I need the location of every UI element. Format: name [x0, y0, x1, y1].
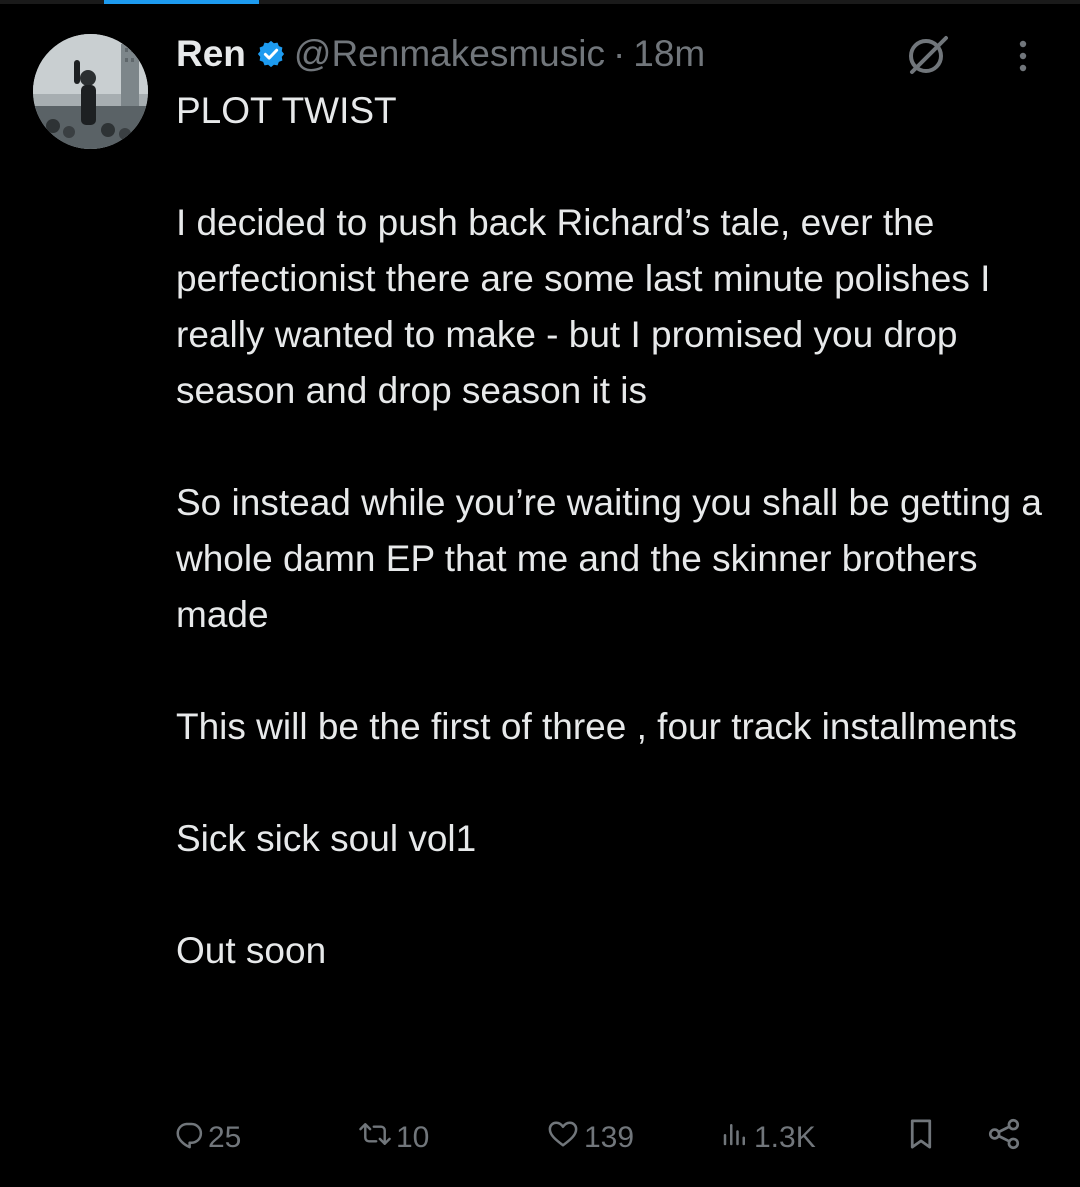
- like-count: 139: [584, 1121, 635, 1154]
- verified-badge-icon: [256, 39, 286, 69]
- action-bar: 25 10 139 1.3K: [174, 1112, 1034, 1164]
- view-count: 1.3K: [754, 1121, 816, 1154]
- repost-count: 10: [396, 1121, 430, 1154]
- like-button[interactable]: 139: [546, 1112, 634, 1164]
- bookmark-button[interactable]: [906, 1112, 940, 1164]
- bookmark-icon: [906, 1117, 940, 1159]
- share-button[interactable]: [986, 1112, 1026, 1164]
- avatar[interactable]: [33, 34, 148, 149]
- active-tab-indicator: [104, 0, 259, 4]
- views-chart-icon: [720, 1119, 754, 1157]
- heart-icon: [546, 1119, 584, 1157]
- repost-icon: [358, 1119, 396, 1157]
- grok-icon[interactable]: [904, 30, 952, 78]
- author-handle[interactable]: @Renmakesmusic: [294, 33, 605, 75]
- reply-button[interactable]: 25: [174, 1112, 241, 1164]
- tweet-paragraph: Out soon: [176, 930, 327, 971]
- author-name[interactable]: Ren: [176, 33, 246, 75]
- tweet-paragraph: Sick sick soul vol1: [176, 818, 477, 859]
- more-vertical-icon[interactable]: [1008, 36, 1038, 76]
- post-time[interactable]: 18m: [633, 33, 705, 75]
- tweet-paragraph: So instead while you’re waiting you shal…: [176, 482, 1042, 635]
- views-button[interactable]: 1.3K: [720, 1112, 816, 1164]
- avatar-photo: [33, 34, 148, 149]
- tweet-paragraph: I decided to push back Richard’s tale, e…: [176, 202, 991, 411]
- tweet-text: PLOT TWIST I decided to push back Richar…: [176, 83, 1046, 979]
- reply-icon: [174, 1119, 208, 1157]
- tweet-paragraph: This will be the first of three , four t…: [176, 706, 1018, 747]
- top-strip: [0, 0, 1080, 4]
- repost-button[interactable]: 10: [358, 1112, 429, 1164]
- share-icon: [986, 1118, 1026, 1158]
- reply-count: 25: [208, 1121, 242, 1154]
- tweet-header: Ren @Renmakesmusic · 18m: [176, 30, 705, 78]
- tweet-paragraph: PLOT TWIST: [176, 90, 397, 131]
- separator-dot: ·: [612, 33, 626, 74]
